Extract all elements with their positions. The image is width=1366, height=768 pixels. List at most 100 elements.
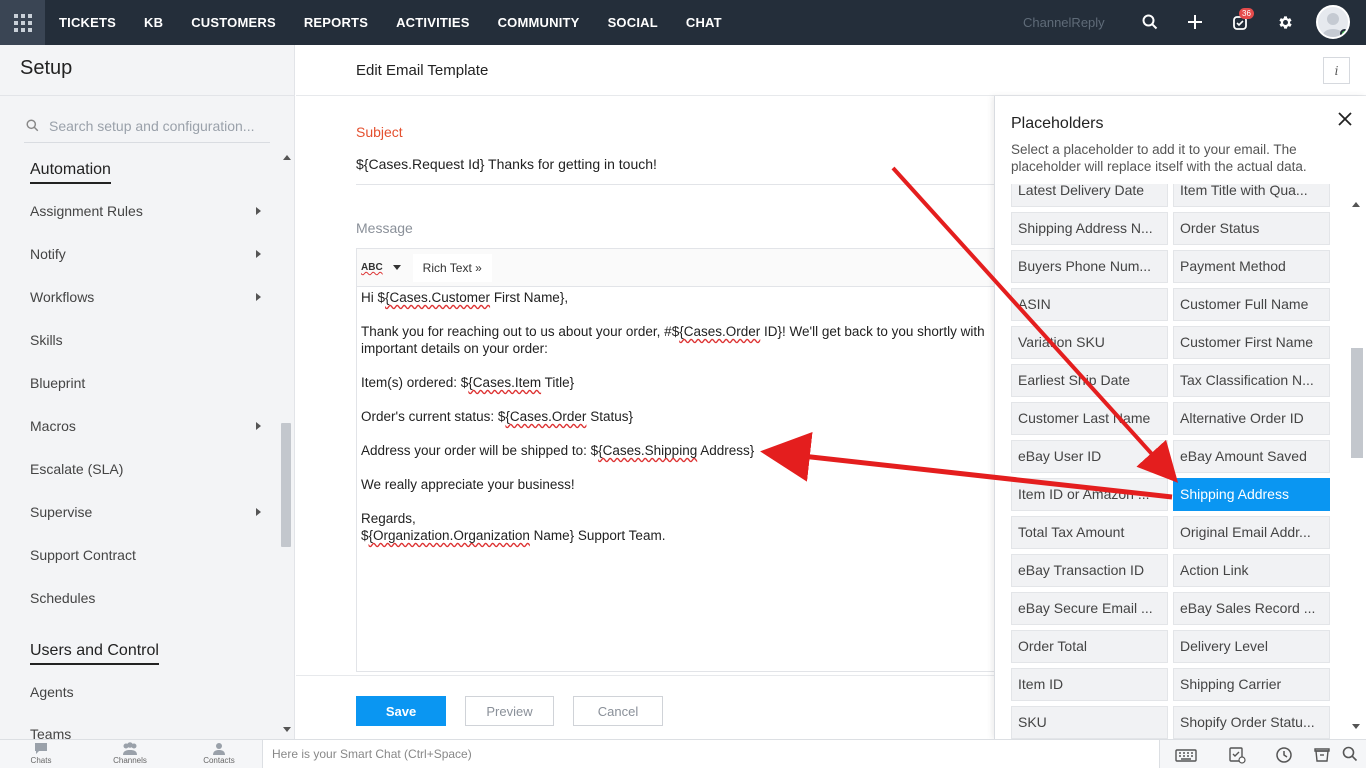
rich-text-toggle[interactable]: Rich Text »	[412, 253, 492, 282]
placeholder-chip[interactable]: Original Email Addr...	[1173, 516, 1330, 549]
nav-social[interactable]: SOCIAL	[594, 0, 672, 45]
contacts-button[interactable]: Contacts	[189, 742, 249, 765]
nav-kb[interactable]: KB	[130, 0, 177, 45]
placeholder-chip[interactable]: Customer Full Name	[1173, 288, 1330, 321]
sidebar-item-skills[interactable]: Skills	[30, 332, 265, 348]
task-check-icon[interactable]	[1228, 746, 1246, 764]
nav-activities[interactable]: ACTIVITIES	[382, 0, 484, 45]
placeholder-chip[interactable]: Shopify Order Statu...	[1173, 706, 1330, 739]
placeholder-chip[interactable]: Item Title with Qua...	[1173, 184, 1330, 207]
archive-icon[interactable]	[1313, 746, 1331, 764]
nav-tickets[interactable]: TICKETS	[45, 0, 130, 45]
placeholder-list: Latest Delivery Date Item Title with Qua.…	[1011, 184, 1331, 739]
placeholder-chip[interactable]: Order Status	[1173, 212, 1330, 245]
search-icon[interactable]	[1139, 11, 1161, 33]
setup-search-input[interactable]: Search setup and configuration...	[24, 109, 270, 143]
placeholder-chip[interactable]: eBay Secure Email ...	[1011, 592, 1168, 625]
plus-icon[interactable]	[1184, 11, 1206, 33]
placeholder-chip[interactable]: Shipping Address N...	[1011, 212, 1168, 245]
sidebar-item-escalate[interactable]: Escalate (SLA)	[30, 461, 265, 477]
sidebar-title: Setup	[20, 57, 73, 79]
smart-chat-input[interactable]: Here is your Smart Chat (Ctrl+Space)	[262, 740, 1160, 768]
placeholder-chip[interactable]: Total Tax Amount	[1011, 516, 1168, 549]
chats-button[interactable]: Chats	[11, 742, 71, 765]
apps-grid-icon[interactable]	[0, 0, 45, 45]
sidebar-item-macros[interactable]: Macros	[30, 418, 265, 434]
message-text: important details on your order:	[361, 341, 548, 356]
placeholder-chip[interactable]: Order Total	[1011, 630, 1168, 663]
subject-input[interactable]: ${Cases.Request Id} Thanks for getting i…	[356, 156, 996, 172]
panel-scrollbar[interactable]	[1351, 348, 1363, 458]
message-line: Address your order will be shipped to: $…	[361, 442, 992, 459]
gear-icon[interactable]	[1274, 11, 1296, 33]
page-header: Edit Email Template i	[296, 45, 1366, 96]
channels-button[interactable]: Channels	[100, 742, 160, 765]
message-text: Address}	[697, 443, 755, 458]
message-text: ID}! We'll get back to you shortly with	[760, 324, 985, 339]
placeholder-chip[interactable]: Delivery Level	[1173, 630, 1330, 663]
sidebar-item-notify[interactable]: Notify	[30, 246, 265, 262]
placeholder-chip[interactable]: Payment Method	[1173, 250, 1330, 283]
sidebar-item-assignment-rules[interactable]: Assignment Rules	[30, 203, 265, 219]
placeholder-chip[interactable]: Item ID	[1011, 668, 1168, 701]
sidebar-item-support-contract[interactable]: Support Contract	[30, 547, 265, 563]
info-icon[interactable]: i	[1323, 57, 1350, 84]
sidebar-item-label: Supervise	[30, 504, 93, 520]
placeholder-chip[interactable]: Action Link	[1173, 554, 1330, 587]
sidebar-scrollbar[interactable]	[281, 423, 291, 547]
placeholder-chip[interactable]: ASIN	[1011, 288, 1168, 321]
placeholder-chip[interactable]: Tax Classification N...	[1173, 364, 1330, 397]
message-text: Hi $	[361, 290, 386, 305]
clock-icon[interactable]	[1275, 746, 1293, 764]
placeholder-chip[interactable]: Customer First Name	[1173, 326, 1330, 359]
sidebar-item-label: Schedules	[30, 590, 96, 606]
nav-chat[interactable]: CHAT	[672, 0, 736, 45]
placeholder-chip[interactable]: Customer Last Name	[1011, 402, 1168, 435]
sidebar-item-blueprint[interactable]: Blueprint	[30, 375, 265, 391]
sidebar-scroll-up-icon[interactable]	[283, 155, 291, 160]
notifications-icon[interactable]: 36	[1229, 8, 1254, 33]
nav-reports[interactable]: REPORTS	[290, 0, 382, 45]
panel-scroll-up-icon[interactable]	[1352, 202, 1360, 207]
message-body-textarea[interactable]: Hi ${Cases.Customer First Name}, Thank y…	[357, 287, 996, 563]
message-line: Item(s) ordered: ${Cases.Item Title}	[361, 374, 992, 391]
placeholder-chip[interactable]: Latest Delivery Date	[1011, 184, 1168, 207]
save-button[interactable]: Save	[356, 696, 446, 726]
sidebar-item-agents[interactable]: Agents	[30, 684, 265, 700]
sidebar-item-schedules[interactable]: Schedules	[30, 590, 265, 606]
nav-customers[interactable]: CUSTOMERS	[177, 0, 290, 45]
user-avatar[interactable]	[1316, 5, 1350, 39]
placeholder-chip[interactable]: SKU	[1011, 706, 1168, 739]
placeholder-chip[interactable]: Variation SKU	[1011, 326, 1168, 359]
placeholder-chip[interactable]: Buyers Phone Num...	[1011, 250, 1168, 283]
cancel-button[interactable]: Cancel	[573, 696, 663, 726]
nav-community[interactable]: COMMUNITY	[484, 0, 594, 45]
keyboard-icon[interactable]	[1175, 746, 1197, 764]
department-selector[interactable]: ChannelReply	[1023, 0, 1105, 45]
placeholder-chip[interactable]: eBay Amount Saved	[1173, 440, 1330, 473]
sidebar-item-label: Macros	[30, 418, 76, 434]
close-icon[interactable]	[1335, 109, 1355, 129]
placeholder-chip[interactable]: Alternative Order ID	[1173, 402, 1330, 435]
placeholder-chip[interactable]: eBay Transaction ID	[1011, 554, 1168, 587]
preview-button[interactable]: Preview	[465, 696, 554, 726]
divider	[356, 184, 996, 185]
placeholder-chip[interactable]: Earliest Ship Date	[1011, 364, 1168, 397]
message-editor: ABC Rich Text » Hi ${Cases.Customer Firs…	[356, 248, 996, 672]
placeholder-chip[interactable]: eBay Sales Record ...	[1173, 592, 1330, 625]
chevron-down-icon[interactable]	[392, 265, 401, 270]
spellcheck-icon[interactable]: ABC	[361, 262, 383, 273]
sidebar-item-workflows[interactable]: Workflows	[30, 289, 265, 305]
placeholder-chip[interactable]: Item ID or Amazon ...	[1011, 478, 1168, 511]
placeholder-chip[interactable]: Shipping Carrier	[1173, 668, 1330, 701]
sidebar-item-label: Assignment Rules	[30, 203, 143, 219]
placeholder-chip[interactable]: eBay User ID	[1011, 440, 1168, 473]
sidebar-item-label: Agents	[30, 684, 74, 700]
search-icon[interactable]	[1342, 746, 1360, 764]
panel-scroll-down-icon[interactable]	[1352, 724, 1360, 729]
subject-label: Subject	[356, 124, 403, 140]
placeholder-chip[interactable]: Shipping Address	[1173, 478, 1330, 511]
section-title-automation: Automation	[30, 161, 111, 184]
sidebar-item-supervise[interactable]: Supervise	[30, 504, 265, 520]
sidebar-scroll-down-icon[interactable]	[283, 727, 291, 732]
